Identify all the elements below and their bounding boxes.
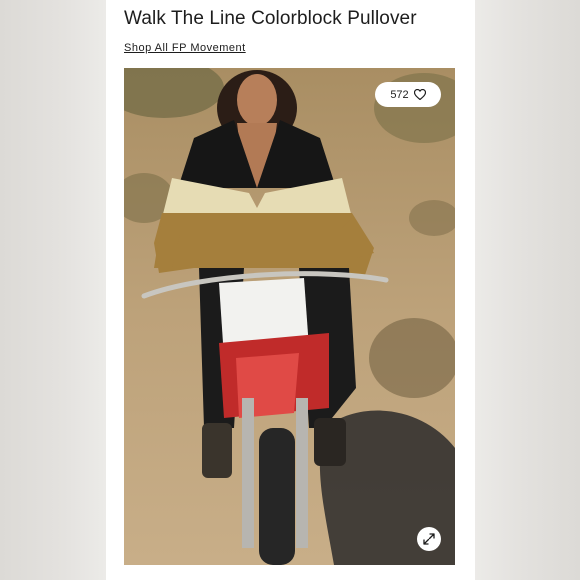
like-button[interactable]: 572 [375,82,441,107]
like-count: 572 [390,88,409,101]
photo-illustration [124,68,455,565]
heart-icon [413,89,426,100]
product-title: Walk The Line Colorblock Pullover [124,8,417,29]
background-left [0,0,106,580]
expand-button[interactable] [417,527,441,551]
product-card: Walk The Line Colorblock Pullover Shop A… [106,0,475,580]
background-right [474,0,580,580]
expand-icon [423,533,435,545]
shop-all-link[interactable]: Shop All FP Movement [124,42,246,54]
product-photo: 572 [124,68,455,565]
